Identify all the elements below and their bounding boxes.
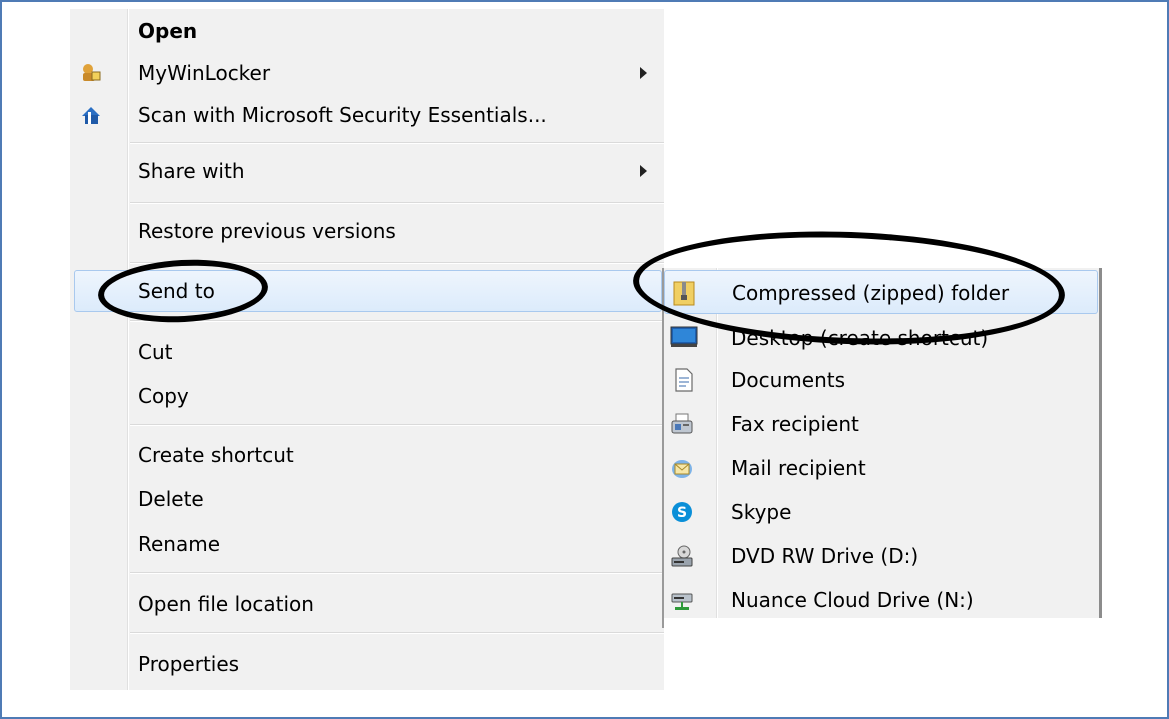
menu-item-label: Create shortcut [138,443,294,467]
menu-item-cut[interactable]: Cut [70,332,664,372]
menu-item-label: Share with [138,159,245,183]
menu-item-restore-previous-versions[interactable]: Restore previous versions [70,211,664,251]
desktop-icon [670,326,698,347]
submenu-item-fax-recipient[interactable]: Fax recipient [664,402,1098,446]
security-shield-icon [82,107,100,124]
menu-separator-highlight [130,203,664,204]
menu-item-open-file-location[interactable]: Open file location [70,584,664,624]
submenu-item-label: Fax recipient [731,412,859,436]
mail-icon [672,460,692,478]
menu-item-delete[interactable]: Delete [70,479,664,519]
menu-item-label: Rename [138,532,221,556]
submenu-item-documents[interactable]: Documents [664,358,1098,402]
lock-user-icon [83,64,101,81]
network-drive-icon [671,593,693,610]
menu-separator-highlight [130,633,664,634]
submenu-item-skype[interactable]: S Skype [664,490,1098,534]
submenu-item-label: Nuance Cloud Drive (N:) [731,588,974,612]
submenu-arrow-icon [640,67,647,79]
menu-item-label: Properties [138,652,240,676]
menu-item-open[interactable]: Open [70,11,664,51]
menu-item-label: Scan with Microsoft Security Essentials.… [138,103,547,127]
fax-icon [671,413,693,434]
svg-text:S: S [677,505,687,521]
submenu-item-mail-recipient[interactable]: Mail recipient [664,446,1098,490]
menu-item-label: Open [138,19,198,43]
menu-item-label: MyWinLocker [138,61,271,85]
menu-separator-highlight [130,321,664,322]
menu-item-copy[interactable]: Copy [70,376,664,416]
submenu-item-nuance-cloud-drive[interactable]: Nuance Cloud Drive (N:) [664,578,1098,622]
menu-separator-highlight [130,425,664,426]
menu-item-label: Cut [138,340,173,364]
menu-item-share-with[interactable]: Share with [70,151,664,191]
menu-item-label: Restore previous versions [138,219,396,243]
dvd-drive-icon [671,545,693,567]
menu-item-properties[interactable]: Properties [70,644,664,684]
menu-separator-highlight [130,143,664,144]
submenu-item-dvd-rw-drive[interactable]: DVD RW Drive (D:) [664,534,1098,578]
skype-icon: S [672,502,692,522]
menu-item-mywinlocker[interactable]: MyWinLocker [70,53,664,93]
menu-item-label: Open file location [138,592,314,616]
menu-item-label: Delete [138,487,204,511]
menu-item-rename[interactable]: Rename [70,524,664,564]
menu-item-create-shortcut[interactable]: Create shortcut [70,435,664,475]
submenu-item-label: Documents [731,368,846,392]
submenu-arrow-icon [640,165,647,177]
menu-item-scan-security-essentials[interactable]: Scan with Microsoft Security Essentials.… [70,95,664,135]
document-icon [675,368,693,392]
menu-separator-highlight [130,573,664,574]
submenu-item-label: DVD RW Drive (D:) [731,544,919,568]
submenu-item-label: Mail recipient [731,456,866,480]
menu-item-label: Copy [138,384,189,408]
submenu-item-label: Skype [731,500,792,524]
